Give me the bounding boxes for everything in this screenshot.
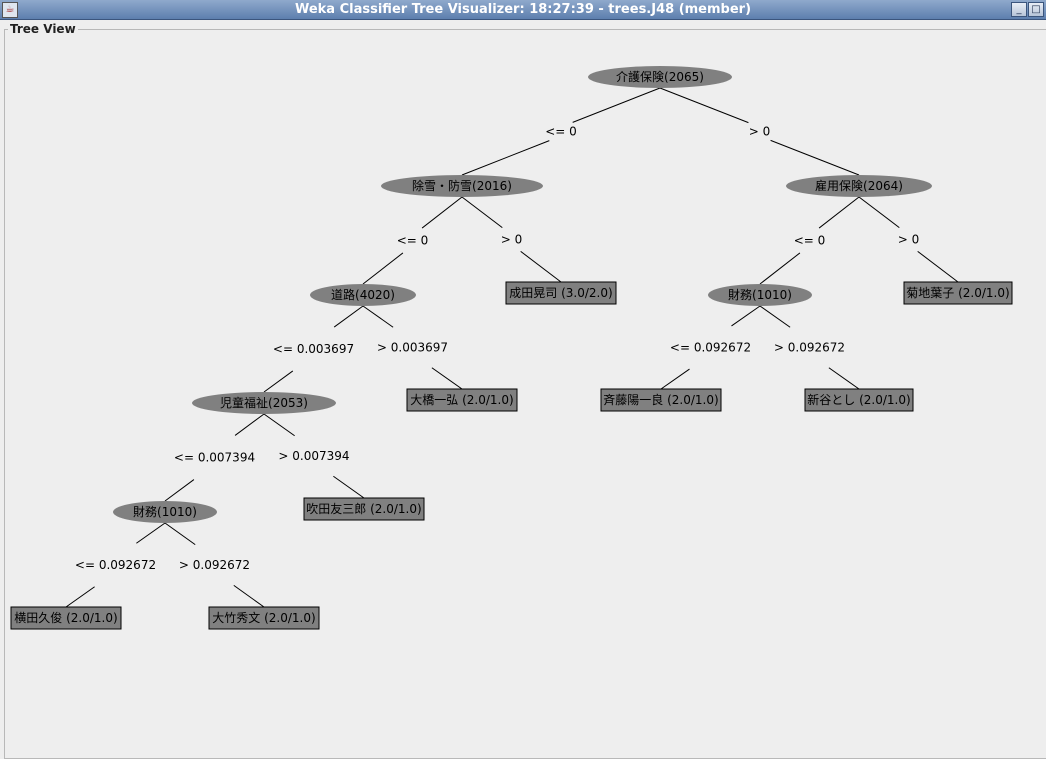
edge-line [164,479,195,502]
decision-node[interactable]: 財務(1010) [708,284,812,306]
decision-node[interactable]: 児童福祉(2053) [192,392,336,414]
edge-line [362,305,394,328]
node-label: 横田久俊 (2.0/1.0) [14,610,117,625]
edge-line [660,368,690,390]
node-label: 吹田友三郎 (2.0/1.0) [306,502,421,516]
leaf-node[interactable]: 成田晃司 (3.0/2.0) [505,281,617,305]
edge-line [731,305,761,327]
node-label: 雇用保険(2064) [815,178,903,193]
edge-line [136,522,166,544]
node-label: 菊地葉子 (2.0/1.0) [906,286,1009,300]
edge-line [421,196,463,229]
node-label: 大竹秀文 (2.0/1.0) [212,610,315,625]
edge-line [520,250,562,283]
edge-label: <= 0 [794,234,826,248]
edge-label: <= 0 [545,125,577,139]
edge-label: > 0 [749,125,771,139]
leaf-node[interactable]: 斉藤陽一良 (2.0/1.0) [600,388,722,412]
edge-line [263,370,294,393]
edge-label: > 0.003697 [377,341,448,355]
edge-label: <= 0.003697 [273,342,354,356]
decision-node[interactable]: 財務(1010) [113,501,217,523]
decision-node[interactable]: 介護保険(2065) [588,66,732,88]
edge-line [333,305,364,328]
node-label: 財務(1010) [133,504,197,519]
edge-line [461,196,503,229]
node-label: 道路(4020) [331,287,395,302]
decision-node[interactable]: 雇用保険(2064) [786,175,932,197]
node-label: 斉藤陽一良 (2.0/1.0) [603,392,718,407]
decision-node[interactable]: 除雪・防雪(2016) [381,175,543,197]
node-label: 児童福祉(2053) [220,395,308,410]
edge-line [233,584,265,608]
edge-label: > 0 [501,233,523,247]
edge-label: > 0.092672 [774,341,845,355]
edge-label: > 0.007394 [278,449,349,463]
edge-line [818,196,860,229]
node-label: 財務(1010) [728,287,792,302]
edge-line [362,252,404,285]
tree-canvas[interactable]: <= 0 > 0 <= 0 > 0 <= 0 > 0 <= 0.003697 > 0.0036… [0,0,1046,750]
edge-line [828,367,860,390]
node-label: 成田晃司 (3.0/2.0) [509,286,612,300]
node-label: 介護保険(2065) [616,69,704,84]
edge-line [431,367,463,390]
edge-line [333,475,365,499]
edge-line [234,413,265,436]
node-label: 大橋一弘 (2.0/1.0) [410,393,513,407]
nodes-layer: 介護保険(2065) 除雪・防雪(2016) 雇用保険(2064) 道路(4020) 成… [10,66,1013,630]
edge-line [572,87,661,123]
edge-line [770,139,860,176]
edge-label: <= 0.092672 [670,341,751,355]
edge-label: <= 0 [397,234,429,248]
edge-label: > 0 [898,233,920,247]
edge-line [461,140,550,176]
leaf-node[interactable]: 菊地葉子 (2.0/1.0) [903,281,1013,305]
edges-layer: <= 0 > 0 <= 0 > 0 <= 0 > 0 <= 0.003697 > 0.0036… [65,87,959,608]
edge-line [659,87,749,124]
leaf-node[interactable]: 新谷とし (2.0/1.0) [804,388,914,412]
edge-label: <= 0.092672 [75,558,156,572]
edge-line [263,413,295,437]
leaf-node[interactable]: 吹田友三郎 (2.0/1.0) [303,497,425,521]
leaf-node[interactable]: 横田久俊 (2.0/1.0) [10,606,122,630]
edge-label: <= 0.007394 [174,451,255,465]
leaf-node[interactable]: 大橋一弘 (2.0/1.0) [406,388,518,412]
node-label: 除雪・防雪(2016) [412,178,512,193]
edge-line [917,250,959,283]
edge-line [759,305,791,328]
edge-line [858,196,900,229]
node-label: 新谷とし (2.0/1.0) [807,392,910,407]
decision-node[interactable]: 道路(4020) [310,284,416,306]
edge-line [164,522,196,546]
edge-line [759,252,801,285]
leaf-node[interactable]: 大竹秀文 (2.0/1.0) [208,606,320,630]
edge-label: > 0.092672 [179,558,250,572]
edge-line [65,586,95,608]
